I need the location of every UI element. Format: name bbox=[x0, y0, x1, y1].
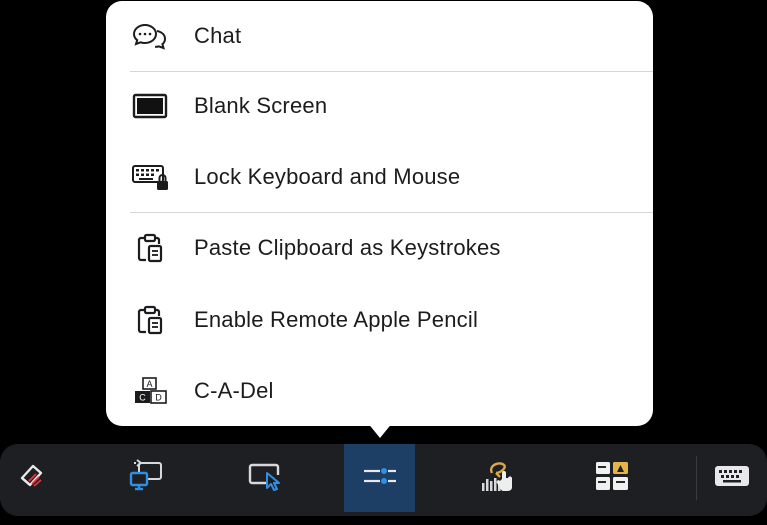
app-grid-icon bbox=[593, 459, 631, 498]
menu-separator bbox=[130, 71, 653, 72]
pen-eraser-button[interactable] bbox=[0, 444, 64, 512]
chat-bubbles-icon bbox=[130, 21, 170, 51]
remote-toolbar bbox=[0, 444, 767, 516]
menu-item-label: C-A-Del bbox=[194, 378, 274, 403]
settings-sliders-icon bbox=[361, 461, 399, 496]
gestures-button[interactable] bbox=[458, 444, 538, 512]
popover-arrow bbox=[367, 422, 393, 438]
switch-monitor-button[interactable] bbox=[106, 444, 186, 512]
keyboard-button[interactable] bbox=[702, 444, 762, 512]
menu-item-label: Enable Remote Apple Pencil bbox=[194, 307, 479, 332]
menu-item-enable-remote-apple-pencil[interactable]: Enable Remote Apple Pencil bbox=[106, 292, 653, 348]
pointer-mode-icon bbox=[246, 461, 284, 496]
settings-sliders-button[interactable] bbox=[344, 444, 415, 512]
keyboard-icon bbox=[712, 462, 752, 495]
toolbar-divider bbox=[696, 456, 697, 500]
blank-screen-icon bbox=[130, 91, 170, 121]
app-grid-button[interactable] bbox=[572, 444, 652, 512]
more-options-popover: Chat Blank Screen Lock Keyboard and Mous… bbox=[106, 1, 653, 426]
menu-item-lock-keyboard-mouse[interactable]: Lock Keyboard and Mouse bbox=[106, 149, 653, 205]
pointer-mode-button[interactable] bbox=[225, 444, 305, 512]
gestures-icon bbox=[478, 459, 518, 498]
menu-separator bbox=[130, 212, 653, 213]
ctrl-alt-del-keys-icon: A C D bbox=[130, 376, 170, 406]
menu-item-ctrl-alt-del[interactable]: A C D C-A-Del bbox=[106, 363, 653, 419]
menu-item-blank-screen[interactable]: Blank Screen bbox=[106, 78, 653, 134]
menu-item-chat[interactable]: Chat bbox=[106, 8, 653, 64]
key-a-label: A bbox=[146, 379, 152, 389]
menu-item-paste-clipboard-keystrokes[interactable]: Paste Clipboard as Keystrokes bbox=[106, 220, 653, 276]
switch-monitor-icon bbox=[127, 458, 165, 498]
pen-eraser-icon bbox=[14, 461, 50, 496]
menu-item-label: Blank Screen bbox=[194, 93, 328, 118]
menu-item-label: Paste Clipboard as Keystrokes bbox=[194, 235, 501, 260]
menu-item-label: Lock Keyboard and Mouse bbox=[194, 164, 461, 189]
clipboard-icon bbox=[130, 233, 170, 263]
lock-keyboard-icon bbox=[130, 162, 170, 192]
key-c-label: C bbox=[139, 393, 146, 403]
key-d-label: D bbox=[155, 393, 162, 403]
clipboard-icon bbox=[130, 305, 170, 335]
menu-item-label: Chat bbox=[194, 23, 242, 48]
